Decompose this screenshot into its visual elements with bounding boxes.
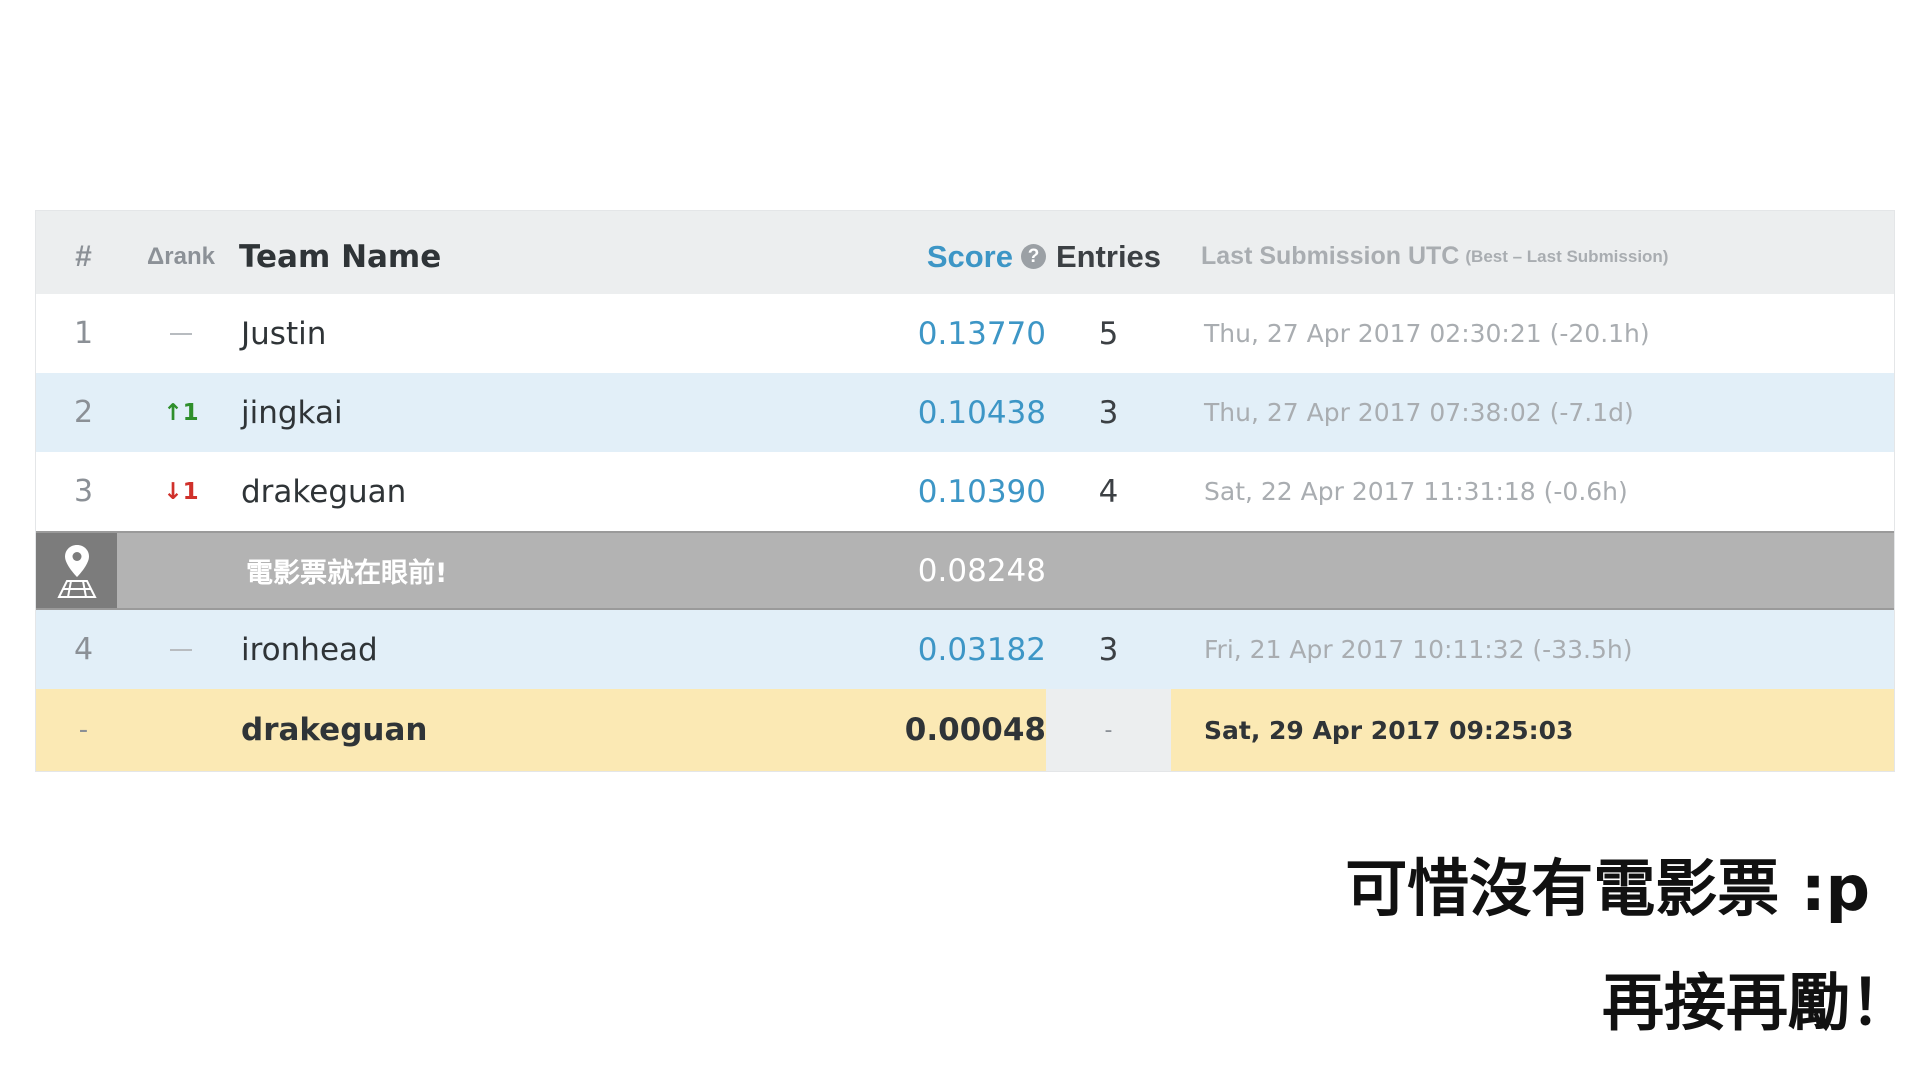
table-row: 2 ↑1 jingkai 0.10438 3 Thu, 27 Apr 2017 … — [36, 373, 1894, 452]
leaderboard-table: # Δrank Team Name Score ? Entries Last S… — [35, 210, 1895, 772]
benchmark-row: 電影票就在眼前! 0.08248 — [36, 531, 1894, 610]
table-row: 4 ironhead 0.03182 3 Fri, 21 Apr 2017 10… — [36, 610, 1894, 689]
table-header: # Δrank Team Name Score ? Entries Last S… — [36, 211, 1894, 294]
benchmark-score: 0.08248 — [917, 552, 1046, 589]
rank-cell: - — [78, 715, 89, 745]
team-name-link[interactable]: ironhead — [241, 610, 801, 689]
last-submission-cell: Fri, 21 Apr 2017 10:11:32 (-33.5h) — [1204, 635, 1633, 664]
header-last-submission-label: Last Submission UTC — [1201, 242, 1460, 270]
rank-cell: 4 — [73, 632, 94, 667]
my-submission-row: - drakeguan 0.00048 - Sat, 29 Apr 2017 0… — [36, 689, 1894, 771]
help-icon[interactable]: ? — [1021, 244, 1046, 269]
header-entries: Entries — [1055, 238, 1162, 274]
team-name-link[interactable]: Justin — [241, 294, 801, 373]
last-submission-cell: Sat, 22 Apr 2017 11:31:18 (-0.6h) — [1204, 477, 1628, 506]
score-cell[interactable]: 0.13770 — [816, 294, 1046, 373]
delta-rank-cell — [131, 610, 231, 689]
rank-up-badge: ↑1 — [163, 399, 199, 426]
team-name-link[interactable]: jingkai — [241, 373, 801, 452]
header-score: Score ? — [816, 211, 1046, 294]
score-cell[interactable]: 0.10438 — [816, 373, 1046, 452]
header-last-submission: Last Submission UTC (Best – Last Submiss… — [1171, 211, 1894, 294]
caption-line-2: 再接再勵！ — [1601, 966, 1912, 1039]
table-row: 1 Justin 0.13770 5 Thu, 27 Apr 2017 02:3… — [36, 294, 1894, 373]
header-rank: # — [75, 239, 92, 273]
table-row: 3 ↓1 drakeguan 0.10390 4 Sat, 22 Apr 201… — [36, 452, 1894, 531]
map-pin-icon — [36, 533, 117, 608]
entries-cell: 3 — [1098, 631, 1119, 668]
header-delta-rank: Δrank — [147, 242, 215, 270]
entries-cell: 3 — [1098, 394, 1119, 431]
rank-cell: 1 — [73, 316, 94, 351]
rank-down-badge: ↓1 — [163, 478, 199, 505]
caption-line-1: 可惜沒有電影票 :p — [1345, 852, 1870, 925]
score-cell[interactable]: 0.10390 — [816, 452, 1046, 531]
entries-cell: 4 — [1098, 473, 1119, 510]
last-submission-cell: Thu, 27 Apr 2017 02:30:21 (-20.1h) — [1204, 319, 1650, 348]
rank-cell: 2 — [73, 395, 94, 430]
last-submission-cell: Thu, 27 Apr 2017 07:38:02 (-7.1d) — [1204, 398, 1634, 427]
header-score-label: Score — [926, 238, 1013, 274]
score-cell[interactable]: 0.03182 — [816, 610, 1046, 689]
benchmark-label: 電影票就在眼前! — [246, 558, 448, 589]
team-name-link[interactable]: drakeguan — [241, 452, 801, 531]
last-submission-cell: Sat, 29 Apr 2017 09:25:03 — [1204, 715, 1574, 745]
entries-cell: - — [1046, 689, 1171, 771]
no-change-icon — [170, 648, 192, 651]
delta-rank-cell — [131, 294, 231, 373]
header-last-submission-sub: (Best – Last Submission) — [1465, 246, 1669, 266]
no-change-icon — [170, 332, 192, 335]
entries-cell: 5 — [1098, 315, 1119, 352]
team-name-link[interactable]: drakeguan — [241, 689, 801, 771]
rank-cell: 3 — [73, 474, 94, 509]
score-cell: 0.00048 — [904, 712, 1046, 748]
header-team-name: Team Name — [239, 238, 442, 275]
